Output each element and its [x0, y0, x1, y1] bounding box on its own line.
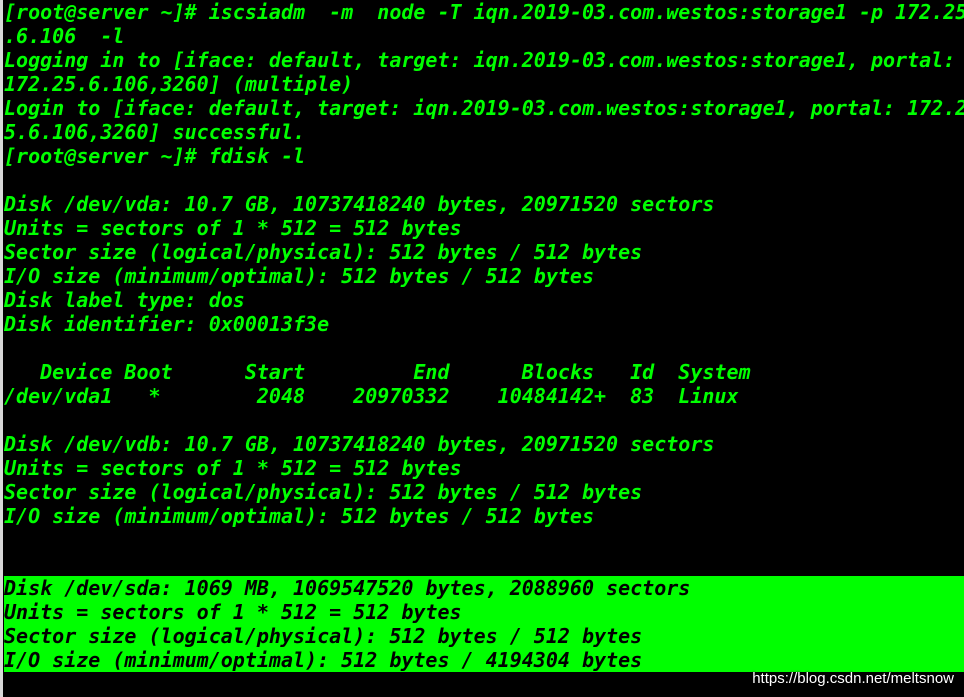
terminal-line: I/O size (minimum/optimal): 512 bytes / …: [4, 264, 595, 288]
terminal-line: Units = sectors of 1 * 512 = 512 bytes: [4, 216, 462, 240]
terminal-line: Logging in to [iface: default, target: i…: [4, 48, 956, 72]
terminal-line: [root@server ~]# fdisk -l: [4, 144, 306, 168]
terminal-line-selected: I/O size (minimum/optimal): 512 bytes / …: [4, 648, 964, 672]
terminal-line: Sector size (logical/physical): 512 byte…: [4, 240, 643, 264]
terminal-line: Disk label type: dos: [4, 288, 245, 312]
terminal-line: .6.106 -l: [4, 24, 125, 48]
terminal-line: [root@server ~]# iscsiadm -m node -T iqn…: [4, 0, 964, 24]
terminal-line: Disk /dev/vdb: 10.7 GB, 10737418240 byte…: [4, 432, 715, 456]
terminal-line: 172.25.6.106,3260] (multiple): [4, 72, 354, 96]
terminal-line: Login to [iface: default, target: iqn.20…: [4, 96, 964, 120]
terminal-line: Device Boot Start End Blocks Id System: [4, 360, 751, 384]
terminal-line-selected: Units = sectors of 1 * 512 = 512 bytes: [4, 600, 964, 624]
terminal-line: Disk identifier: 0x00013f3e: [4, 312, 330, 336]
terminal-line: Units = sectors of 1 * 512 = 512 bytes: [4, 456, 462, 480]
terminal-output[interactable]: [root@server ~]# iscsiadm -m node -T iqn…: [4, 0, 964, 697]
terminal-line: /dev/vda1 * 2048 20970332 10484142+ 83 L…: [4, 384, 739, 408]
terminal-line: I/O size (minimum/optimal): 512 bytes / …: [4, 504, 595, 528]
watermark-text: https://blog.csdn.net/meltsnow: [752, 670, 954, 687]
window-left-border: [0, 0, 3, 697]
terminal-line: Sector size (logical/physical): 512 byte…: [4, 480, 643, 504]
terminal-line: Disk /dev/vda: 10.7 GB, 10737418240 byte…: [4, 192, 715, 216]
terminal-line: 5.6.106,3260] successful.: [4, 120, 306, 144]
terminal-line-selected: Disk /dev/sda: 1069 MB, 1069547520 bytes…: [4, 576, 964, 600]
terminal-line-selected: Sector size (logical/physical): 512 byte…: [4, 624, 964, 648]
